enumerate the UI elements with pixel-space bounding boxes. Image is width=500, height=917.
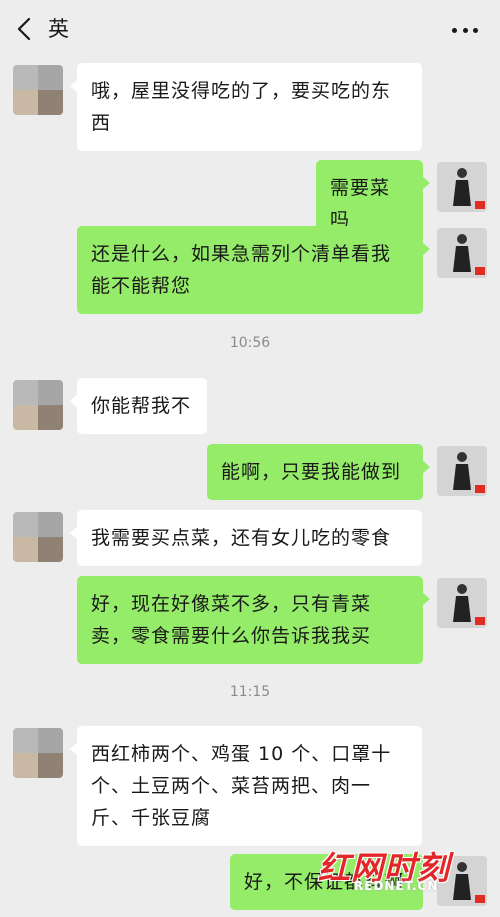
chevron-left-icon[interactable] xyxy=(14,16,36,42)
chat-title: 英 xyxy=(48,17,69,41)
message-bubble-sent[interactable]: 好，现在好像菜不多，只有青菜卖，零食需要什么你告诉我我买 xyxy=(77,576,430,664)
message-list[interactable]: 哦，屋里没得吃的了，要买吃的东西 需要菜吗 还是什么，如果急需列个清单看我能不能… xyxy=(0,60,500,917)
contact-avatar[interactable] xyxy=(13,380,63,430)
message-bubble-received[interactable]: 我需要买点菜，还有女儿吃的零食 xyxy=(70,510,422,566)
timestamp: 11:15 xyxy=(229,684,271,700)
watermark-url: REDNET.CN xyxy=(354,879,439,893)
message-bubble-received[interactable]: 西红柿两个、鸡蛋 10 个、口罩十个、土豆两个、菜苔两把、肉一斤、千张豆腐 xyxy=(70,726,422,846)
self-avatar[interactable] xyxy=(437,228,487,278)
self-avatar[interactable] xyxy=(437,578,487,628)
contact-avatar[interactable] xyxy=(13,728,63,778)
watermark-logo: 红网时刻 REDNET.CN xyxy=(318,843,498,903)
timestamp: 10:56 xyxy=(229,335,271,351)
self-avatar[interactable] xyxy=(437,446,487,496)
message-bubble-received[interactable]: 哦，屋里没得吃的了，要买吃的东西 xyxy=(70,63,422,151)
contact-avatar[interactable] xyxy=(13,65,63,115)
self-avatar[interactable] xyxy=(437,162,487,212)
chat-header: 英 xyxy=(0,0,500,60)
message-bubble-sent[interactable]: 能啊，只要我能做到 xyxy=(207,444,430,500)
contact-avatar[interactable] xyxy=(13,512,63,562)
more-dots-icon[interactable] xyxy=(452,28,478,34)
message-bubble-received[interactable]: 你能帮我不 xyxy=(70,378,207,434)
message-bubble-sent[interactable]: 还是什么，如果急需列个清单看我能不能帮您 xyxy=(77,226,430,314)
